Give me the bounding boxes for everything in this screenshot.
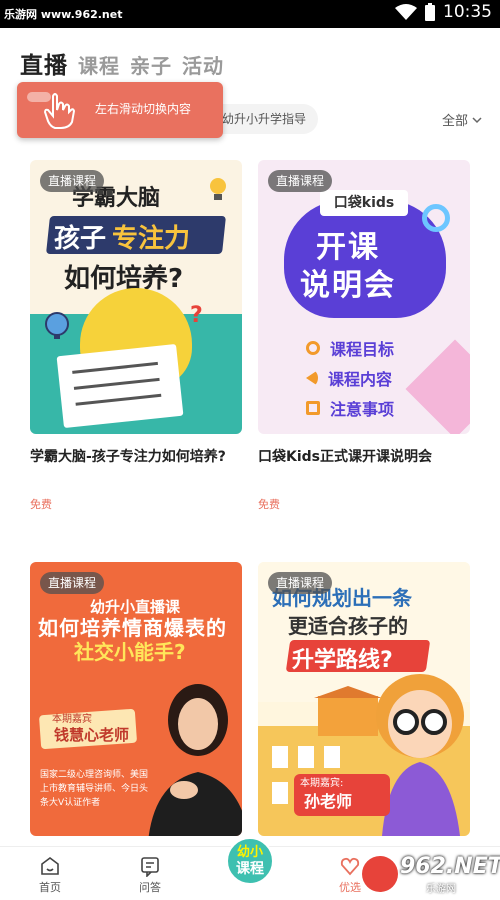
nav-qa[interactable]: 问答 [120, 855, 180, 895]
card-title: 学霸大脑-孩子专注力如何培养? [30, 449, 226, 465]
hand-pointer-icon [43, 93, 76, 129]
course-thumbnail: 直播课程 如何规划出一条 更适合孩子的 升学路线? 本期嘉宾: 孙老师 [258, 562, 470, 836]
status-time: 10:35 [443, 2, 492, 22]
tab-courses[interactable]: 课程 [78, 50, 120, 79]
tab-parenting[interactable]: 亲子 [130, 50, 172, 79]
course-thumbnail: 直播课程 学霸大脑 孩子 专注力 如何培养? ? [30, 160, 242, 434]
swipe-hint-tooltip[interactable]: 左右滑动切换内容 [17, 82, 223, 138]
course-thumbnail: 直播课程 幼升小直播课 如何培养情商爆表的 社交小能手? 本期嘉宾 钱慧心老师 … [30, 562, 242, 836]
thumb-text: 本期嘉宾: [300, 778, 344, 789]
thumb-text: 专注力 [112, 224, 191, 254]
wifi-icon [395, 4, 417, 20]
filter-all-dropdown[interactable]: 全部 [442, 110, 482, 129]
card-title: 口袋Kids正式课开课说明会 [258, 449, 433, 465]
thumb-text: 社交小能手? [74, 640, 186, 664]
home-icon [41, 857, 59, 875]
ring-decoration [422, 204, 450, 232]
square-bullet-icon [306, 401, 320, 415]
thumb-text: 说明会 [300, 268, 396, 303]
thumb-list-item: 课程内容 [306, 366, 392, 390]
question-mark-icon: ? [190, 303, 203, 326]
decoration-shape [405, 339, 470, 434]
nav-label: 首页 [39, 881, 61, 894]
status-watermark: 乐游网 www.962.net [4, 8, 123, 21]
heart-icon [340, 857, 360, 876]
thumb-list-item: 课程目标 [306, 336, 394, 360]
watermark-sub: 乐游网 [426, 884, 456, 895]
watermark-text: 962.NET [400, 854, 500, 879]
live-badge: 直播课程 [40, 170, 105, 192]
circle-bullet-icon [306, 341, 320, 355]
thumb-text: 本期嘉宾 [52, 714, 92, 725]
course-card[interactable]: 直播课程 学霸大脑 孩子 专注力 如何培养? ? 学霸大脑-孩子专注力如何培养?… [30, 160, 242, 512]
watermark-logo [362, 856, 398, 892]
thumb-text: 更适合孩子的 [288, 614, 408, 638]
live-badge: 直播课程 [268, 572, 333, 594]
nav-label: 问答 [139, 881, 161, 894]
card-price: 免费 [30, 498, 52, 511]
brand-logo: 口袋kids [320, 190, 408, 216]
lightbulb-icon [210, 178, 226, 200]
nav-label: 优选 [339, 881, 361, 894]
tab-live[interactable]: 直播 [20, 46, 68, 80]
status-right: 10:35 [395, 2, 492, 22]
live-badge: 直播课程 [40, 572, 105, 594]
nav-label: 课程 [236, 861, 264, 877]
nav-center-course-button[interactable]: 幼小 课程 [226, 837, 274, 885]
globe-icon [45, 312, 69, 339]
course-card[interactable]: 直播课程 口袋kids 开课 说明会 课程目标 课程内容 注意事项 口袋Kids… [258, 160, 470, 512]
course-card[interactable]: 直播课程 如何规划出一条 更适合孩子的 升学路线? 本期嘉宾: 孙老师 [258, 562, 470, 892]
thumb-text: 孩子 [54, 224, 107, 254]
thumb-list-item: 注意事项 [306, 396, 394, 420]
host-name: 钱慧心老师 [54, 726, 130, 744]
tooltip-text: 左右滑动切换内容 [95, 102, 192, 116]
app-screen: 乐游网 www.962.net 10:35 直播 课程 亲子 活动 幼升小升学指… [0, 0, 500, 900]
category-tabs: 直播 课程 亲子 活动 [20, 46, 224, 80]
status-bar: 乐游网 www.962.net 10:35 [0, 0, 500, 28]
filter-all-label: 全部 [441, 114, 468, 129]
svg-text:?: ? [190, 303, 203, 326]
host-name: 孙老师 [304, 792, 353, 811]
center-course-icon: 幼小 [236, 845, 263, 860]
qa-icon [141, 857, 159, 877]
course-card[interactable]: 直播课程 幼升小直播课 如何培养情商爆表的 社交小能手? 本期嘉宾 钱慧心老师 … [30, 562, 242, 892]
site-watermark: 962.NET 乐游网 [360, 852, 500, 896]
triangle-bullet-icon [306, 370, 318, 386]
host-photo [148, 684, 242, 836]
nav-home[interactable]: 首页 [20, 855, 80, 895]
host-description: 国家二级心理咨询师、美国上市教育辅导讲师、今日头条大V认证作者 [40, 770, 149, 808]
card-price: 免费 [258, 498, 280, 511]
tab-events[interactable]: 活动 [182, 50, 224, 79]
course-thumbnail: 直播课程 口袋kids 开课 说明会 课程目标 课程内容 注意事项 [258, 160, 470, 434]
live-badge: 直播课程 [268, 170, 333, 192]
paper-illustration [56, 343, 184, 429]
battery-icon [425, 3, 435, 21]
chevron-down-icon [472, 116, 482, 123]
